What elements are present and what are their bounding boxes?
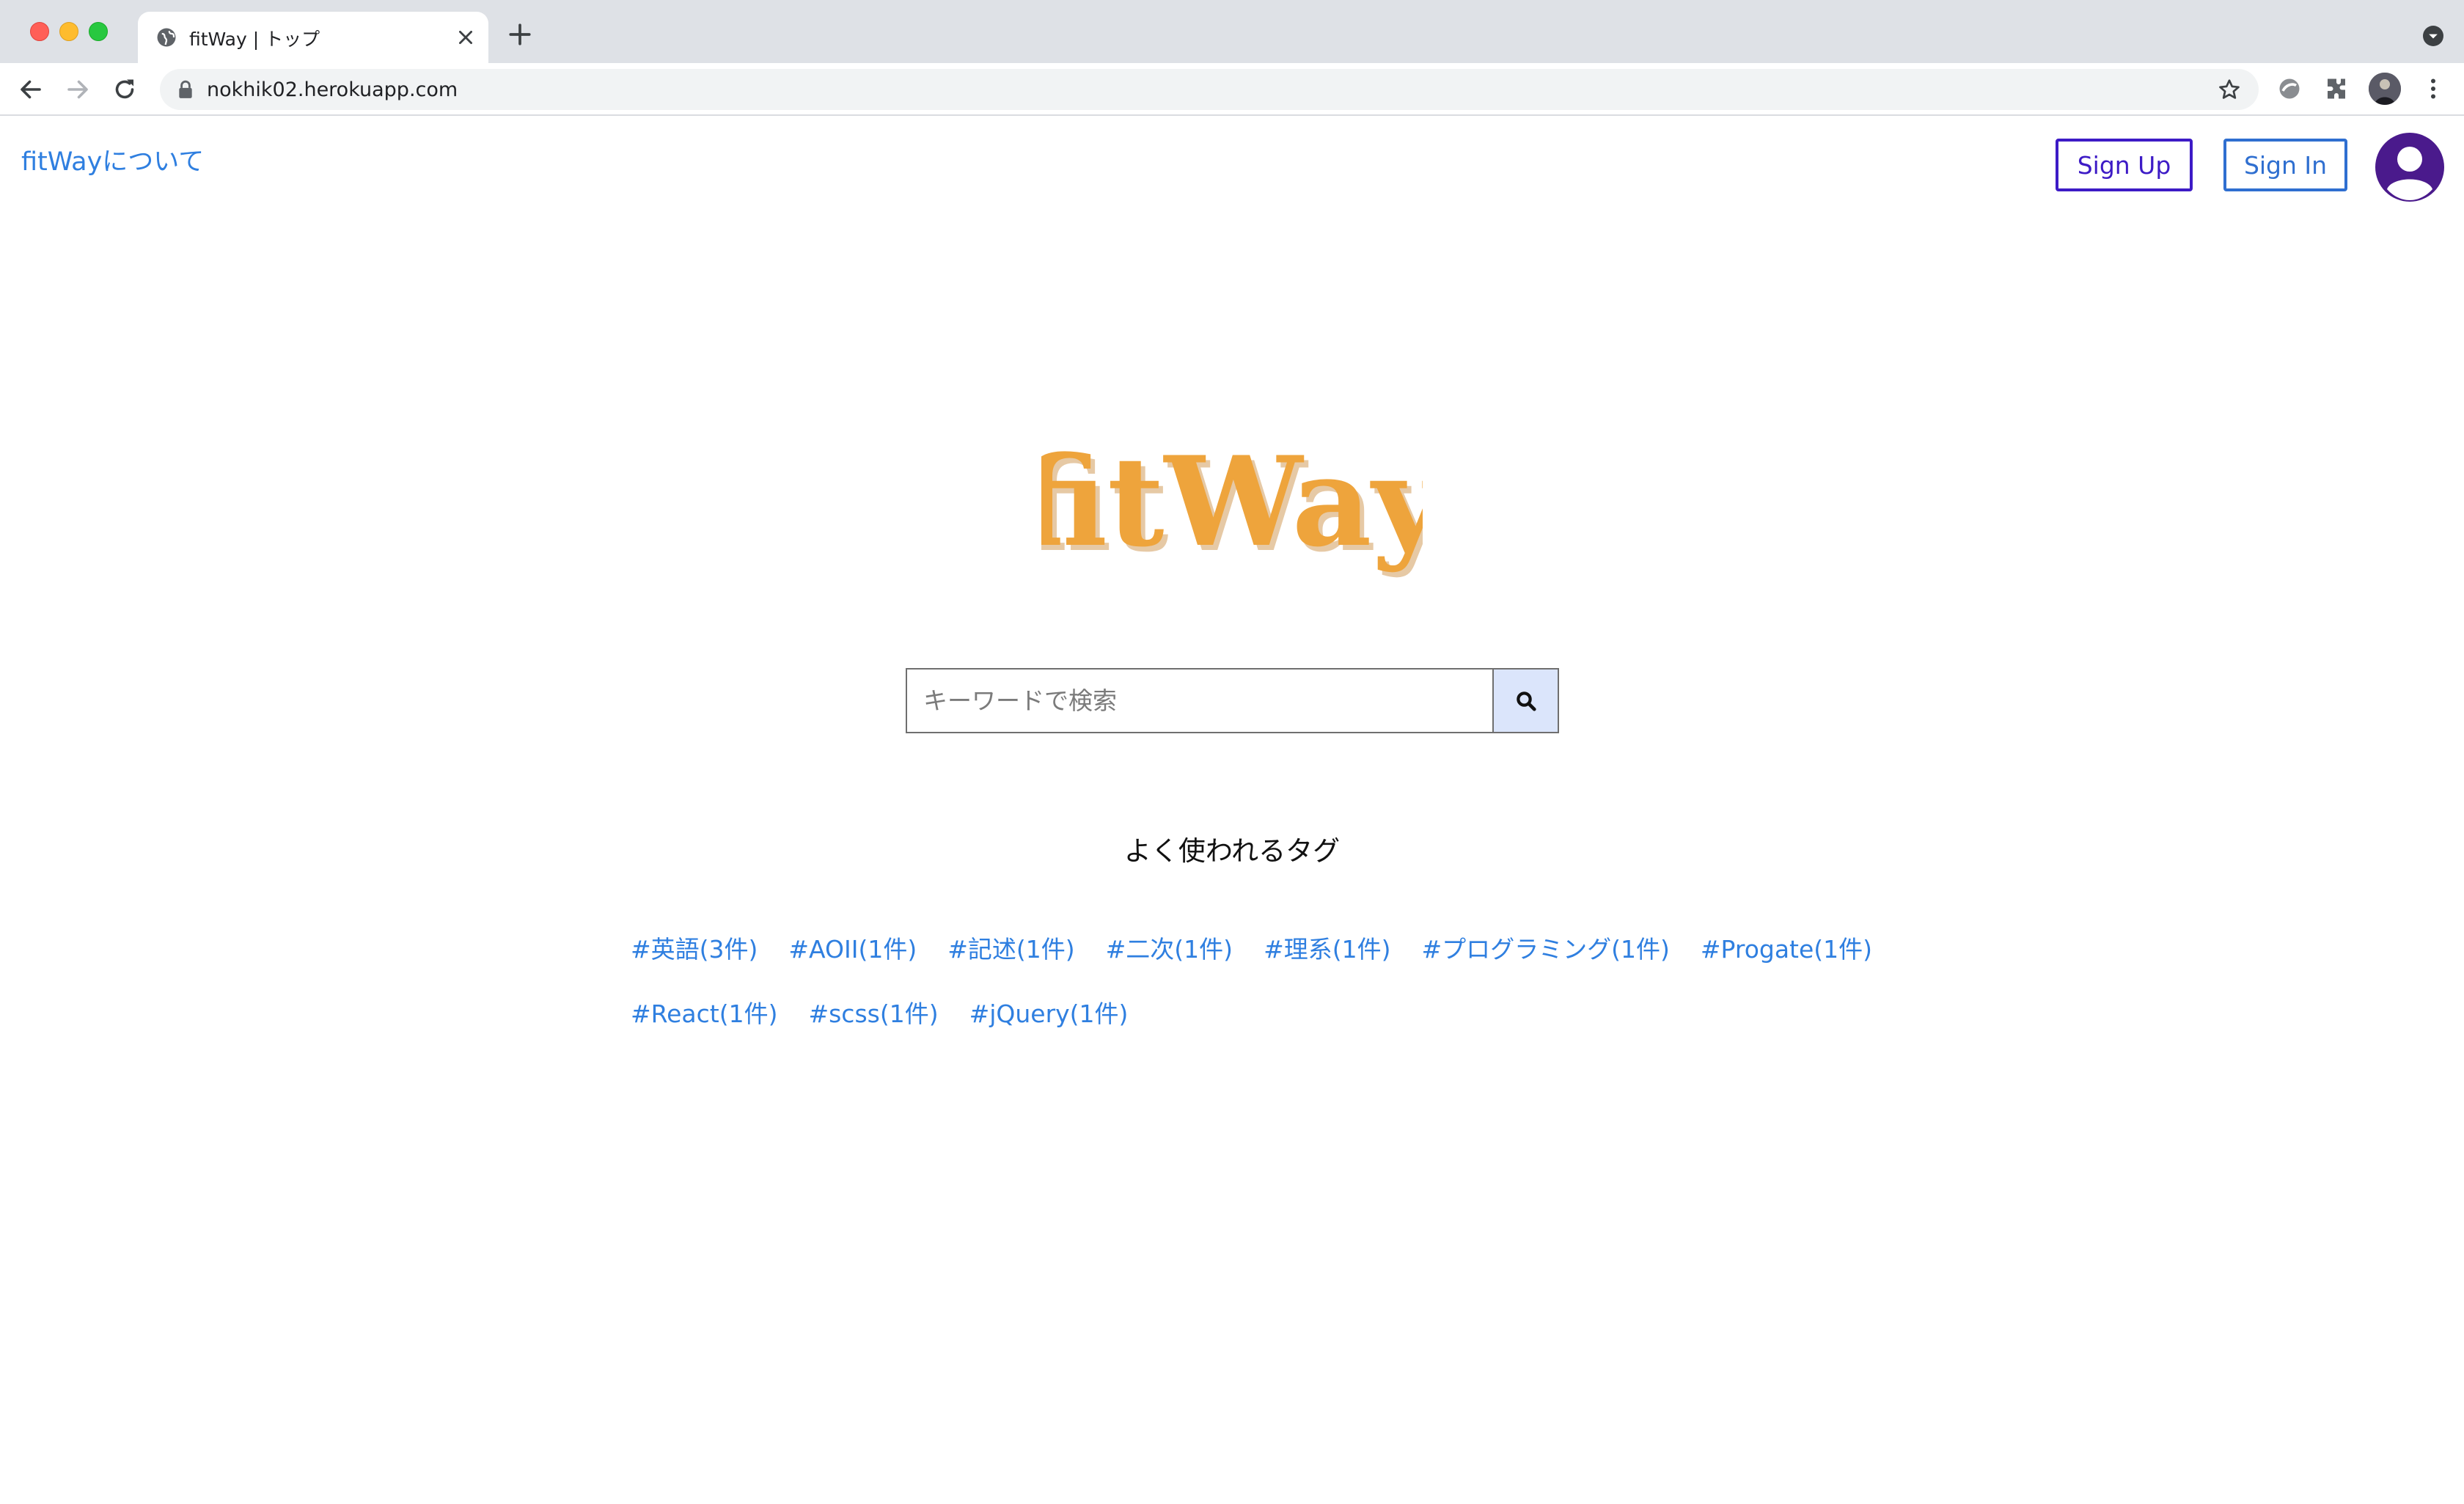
- browser-toolbar: nokhik02.herokuapp.com: [0, 63, 2464, 116]
- tag-link[interactable]: #英語(3件): [631, 930, 758, 965]
- user-avatar-icon[interactable]: [2375, 132, 2445, 202]
- url-text: nokhik02.herokuapp.com: [207, 78, 458, 101]
- back-arrow-icon[interactable]: [18, 76, 44, 103]
- forward-arrow-icon[interactable]: [65, 76, 91, 103]
- extension-icon[interactable]: [2276, 76, 2303, 102]
- search-form: [906, 668, 1559, 733]
- browser-tab-bar: fitWay | トップ: [0, 0, 2464, 63]
- tag-link[interactable]: #プログラミング(1件): [1421, 930, 1669, 965]
- more-vert-icon[interactable]: [2420, 76, 2446, 102]
- person-photo-icon: [2369, 73, 2401, 105]
- window-zoom-button[interactable]: [89, 22, 108, 41]
- tag-link[interactable]: #scss(1件): [808, 994, 938, 1030]
- window-minimize-button[interactable]: [59, 22, 78, 41]
- search-icon: [1516, 691, 1536, 711]
- tag-list-row: #英語(3件) #AOII(1件) #記述(1件) #二次(1件) #理系(1件…: [631, 930, 1872, 965]
- search-button[interactable]: [1492, 668, 1559, 733]
- logo-text: fitWay: [1041, 429, 1423, 574]
- tab-title: fitWay | トップ: [189, 29, 320, 50]
- tag-link[interactable]: #記述(1件): [947, 930, 1074, 965]
- reload-icon[interactable]: [111, 76, 138, 103]
- tag-link[interactable]: #二次(1件): [1106, 930, 1233, 965]
- tag-link[interactable]: #Progate(1件): [1701, 930, 1872, 965]
- profile-avatar[interactable]: [2369, 73, 2401, 105]
- fitway-logo: fitWay fitWay: [1041, 429, 1423, 579]
- globe-icon: [157, 28, 176, 47]
- browser-tab-active[interactable]: fitWay | トップ: [138, 12, 488, 63]
- popular-tags-heading: よく使われるタグ: [1123, 835, 1341, 867]
- tag-list-row: #React(1件) #scss(1件) #jQuery(1件): [631, 994, 1128, 1030]
- plus-icon[interactable]: [507, 22, 532, 47]
- puzzle-icon[interactable]: [2323, 76, 2350, 102]
- tag-link[interactable]: #jQuery(1件): [969, 994, 1129, 1030]
- tag-link[interactable]: #React(1件): [631, 994, 777, 1030]
- window-close-button[interactable]: [30, 22, 49, 41]
- tab-search-button[interactable]: [2423, 26, 2443, 46]
- search-input[interactable]: [906, 668, 1493, 733]
- chevron-down-icon: [2429, 34, 2438, 39]
- address-bar[interactable]: nokhik02.herokuapp.com: [160, 69, 2259, 110]
- sign-up-button[interactable]: Sign Up: [2056, 139, 2193, 191]
- close-icon[interactable]: [456, 28, 475, 47]
- star-icon[interactable]: [2218, 78, 2241, 101]
- sign-in-button[interactable]: Sign In: [2223, 139, 2347, 191]
- lock-icon[interactable]: [177, 80, 194, 99]
- tag-link[interactable]: #理系(1件): [1264, 930, 1390, 965]
- tag-link[interactable]: #AOII(1件): [788, 930, 917, 965]
- about-fitway-link[interactable]: fitWayについて: [21, 141, 204, 178]
